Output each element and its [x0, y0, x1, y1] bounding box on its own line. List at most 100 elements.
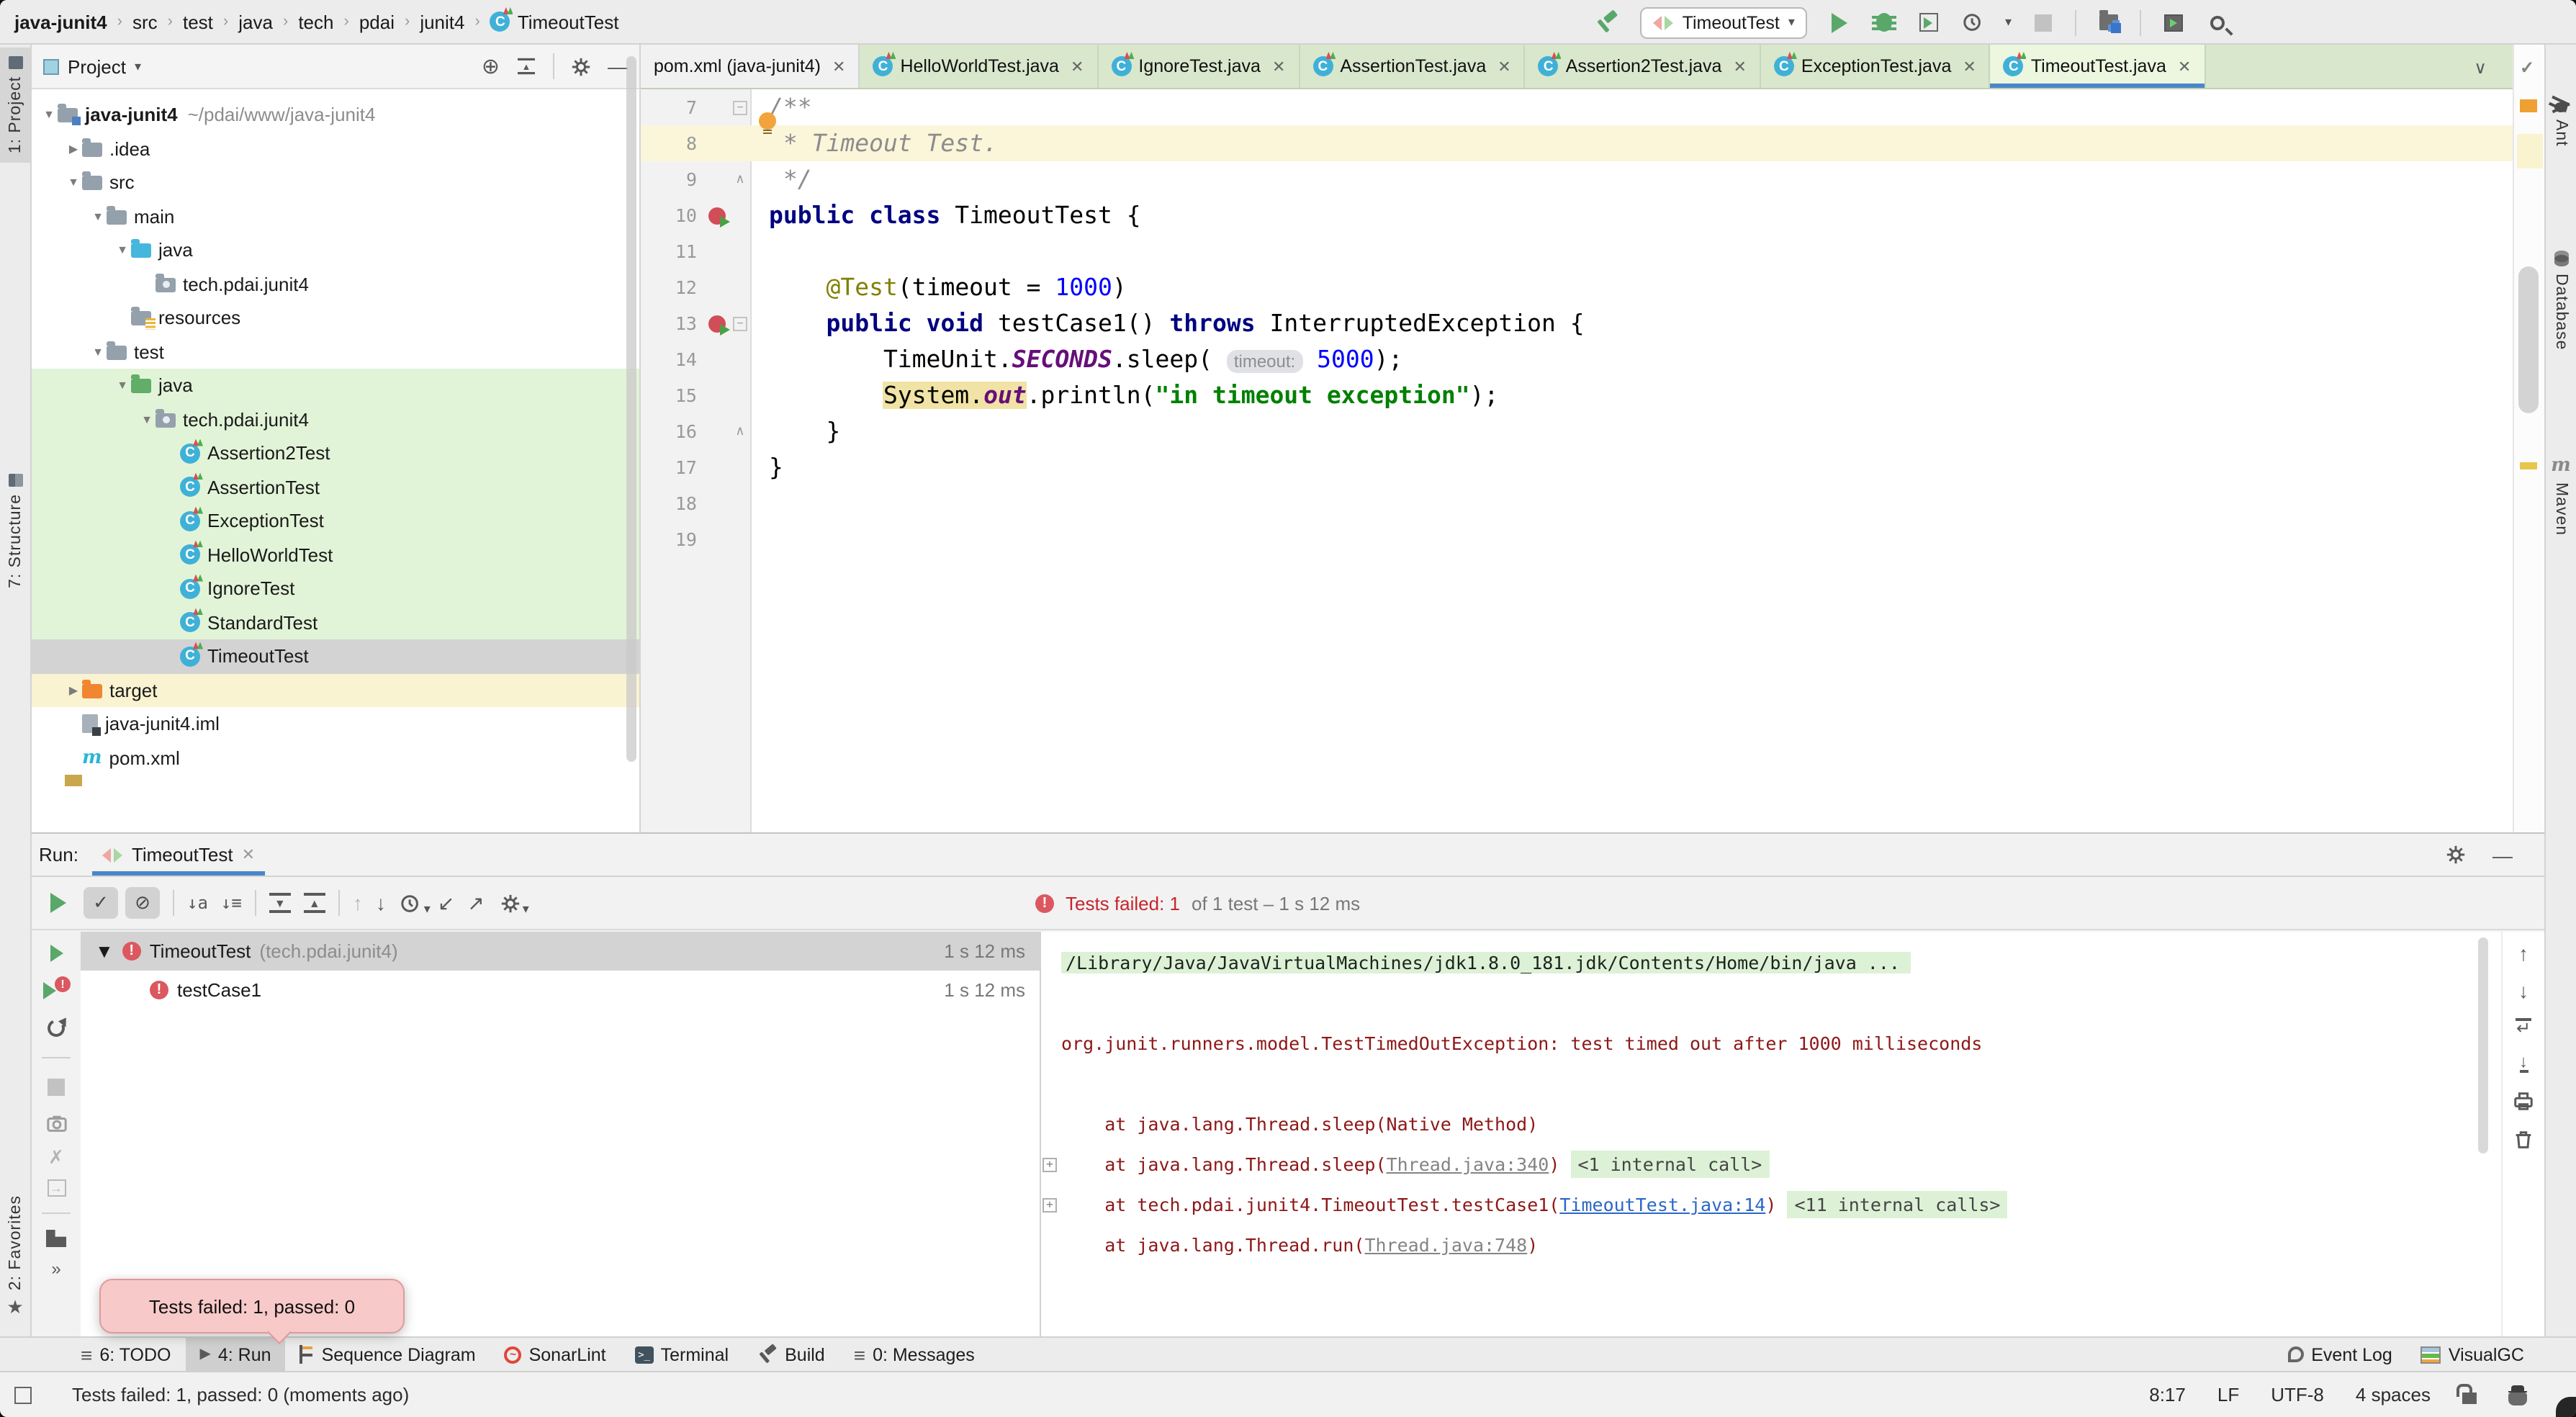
- locate-file-icon[interactable]: ⊕: [482, 55, 500, 77]
- hide-panel-icon[interactable]: —: [2492, 845, 2513, 865]
- tree-item[interactable]: CAssertion2Test: [32, 436, 639, 470]
- tree-item[interactable]: ▼java-junit4~/pdai/www/java-junit4: [32, 98, 639, 132]
- code-line[interactable]: 16∧ }: [641, 413, 2513, 449]
- run-anything-icon[interactable]: [2160, 9, 2186, 35]
- stack-link[interactable]: TimeoutTest.java:14: [1559, 1194, 1765, 1215]
- rerun-button[interactable]: [45, 890, 71, 916]
- tree-item[interactable]: tech.pdai.junit4: [32, 267, 639, 301]
- tree-item[interactable]: ▼java: [32, 233, 639, 267]
- editor-tab[interactable]: pom.xml (java-junit4)✕: [641, 45, 860, 88]
- sidebar-item-structure[interactable]: 7: Structure: [0, 464, 30, 596]
- lock-icon[interactable]: [2462, 1392, 2477, 1403]
- console-line[interactable]: + at tech.pdai.junit4.TimeoutTest.testCa…: [1041, 1185, 2501, 1225]
- restore-layout-icon[interactable]: [46, 1230, 66, 1247]
- print-icon[interactable]: [2513, 1090, 2534, 1112]
- import-test-results-icon[interactable]: ↙: [438, 893, 454, 913]
- chevron-expanded-icon[interactable]: ▼: [89, 346, 107, 359]
- notification-balloon[interactable]: Tests failed: 1, passed: 0: [99, 1279, 405, 1333]
- toolwindow-messages[interactable]: ≡ 0: Messages: [839, 1338, 989, 1371]
- sidebar-item-maven[interactable]: m Maven: [2546, 448, 2576, 544]
- close-icon[interactable]: ✕: [242, 845, 255, 864]
- hide-panel-icon[interactable]: —: [608, 56, 628, 76]
- stack-link[interactable]: Thread.java:748: [1364, 1234, 1527, 1256]
- tree-item[interactable]: CExceptionTest: [32, 504, 639, 538]
- code-line[interactable]: 12 @Test(timeout = 1000): [641, 269, 2513, 305]
- close-icon[interactable]: ✕: [1071, 57, 1084, 76]
- toolwindow-terminal[interactable]: >_ Terminal: [621, 1338, 744, 1371]
- test-console[interactable]: /Library/Java/JavaVirtualMachines/jdk1.8…: [1041, 932, 2501, 1336]
- chevron-expanded-icon[interactable]: ▼: [65, 176, 82, 189]
- toolwindow-switcher-icon[interactable]: [14, 1386, 32, 1403]
- breadcrumb-item[interactable]: java: [238, 11, 273, 32]
- fold-expand-icon[interactable]: +: [1042, 1158, 1057, 1172]
- editor-tab[interactable]: CAssertionTest.java✕: [1300, 45, 1525, 88]
- down-stack-icon[interactable]: ↓: [2518, 981, 2528, 1001]
- test-tree-row[interactable]: ▼!TimeoutTest(tech.pdai.junit4)1 s 12 ms: [81, 932, 1040, 971]
- editor-tab[interactable]: CAssertion2Test.java✕: [1526, 45, 1761, 88]
- more-options-chevron-icon[interactable]: »: [51, 1260, 60, 1277]
- gear-icon[interactable]: [570, 55, 592, 77]
- project-scrollbar[interactable]: [626, 56, 636, 762]
- code-line[interactable]: 14 TimeUnit.SECONDS.sleep( timeout: 5000…: [641, 341, 2513, 377]
- up-stack-icon[interactable]: ↑: [2518, 943, 2528, 963]
- console-scrollbar[interactable]: [2478, 937, 2488, 1153]
- editor-tab[interactable]: CIgnoreTest.java✕: [1098, 45, 1300, 88]
- trash-icon[interactable]: [2513, 1129, 2534, 1151]
- breadcrumb-item[interactable]: java-junit4: [14, 11, 107, 32]
- breadcrumb-item[interactable]: pdai: [359, 11, 395, 32]
- collapse-all-icon[interactable]: ▲: [518, 58, 535, 74]
- code-line[interactable]: 15 System.out.println("in timeout except…: [641, 377, 2513, 413]
- tree-item[interactable]: mpom.xml: [32, 741, 639, 775]
- editor-tab[interactable]: CExceptionTest.java✕: [1761, 45, 1991, 88]
- chevron-expanded-icon[interactable]: ▼: [138, 413, 156, 426]
- build-hammer-icon[interactable]: [1596, 9, 1622, 35]
- intention-bulb-icon[interactable]: [759, 112, 776, 130]
- next-failed-icon[interactable]: ↓: [376, 893, 386, 913]
- scroll-to-end-icon[interactable]: ↓: [2519, 1053, 2528, 1073]
- close-icon[interactable]: ✕: [2178, 57, 2191, 76]
- expand-all-icon[interactable]: ▼: [269, 893, 291, 913]
- code-line[interactable]: 7−/**: [641, 89, 2513, 125]
- sidebar-item-project[interactable]: 1: Project: [0, 48, 30, 162]
- show-ignored-toggle[interactable]: ⊘: [125, 887, 160, 919]
- run-tab[interactable]: TimeoutTest ✕: [90, 834, 268, 876]
- console-line[interactable]: [1041, 1064, 2501, 1105]
- project-structure-icon[interactable]: [2095, 9, 2121, 35]
- chevron-expanded-icon[interactable]: ▼: [89, 210, 107, 223]
- tree-item[interactable]: CTimeoutTest: [32, 639, 639, 673]
- fold-marker[interactable]: −: [733, 316, 747, 330]
- fold-expand-icon[interactable]: +: [1042, 1198, 1057, 1213]
- code-line[interactable]: 9∧ */: [641, 161, 2513, 197]
- tree-item[interactable]: ▼java: [32, 369, 639, 402]
- sidebar-item-favorites[interactable]: 2: Favorites ★: [0, 1187, 30, 1325]
- editor-scrollbar[interactable]: [2518, 266, 2539, 413]
- tree-item[interactable]: ▼main: [32, 199, 639, 233]
- fold-marker[interactable]: ∧: [729, 423, 752, 439]
- chevron-collapsed-icon[interactable]: ▶: [65, 684, 82, 697]
- console-line[interactable]: /Library/Java/JavaVirtualMachines/jdk1.8…: [1041, 943, 2501, 984]
- profiler-button[interactable]: [1960, 9, 1986, 35]
- code-editor[interactable]: 7−/**8 * Timeout Test.9∧ */10public clas…: [641, 89, 2513, 832]
- console-line[interactable]: at java.lang.Thread.run(Thread.java:748): [1041, 1225, 2501, 1266]
- gear-icon[interactable]: [2445, 844, 2467, 865]
- chevron-expanded-icon[interactable]: ▼: [40, 109, 58, 122]
- toggle-auto-test-icon[interactable]: [43, 1015, 69, 1041]
- run-with-coverage-button[interactable]: [1916, 9, 1942, 35]
- run-failed-gutter-icon[interactable]: [706, 207, 729, 224]
- rerun-icon[interactable]: [43, 940, 69, 966]
- tree-item[interactable]: CStandardTest: [32, 606, 639, 639]
- breadcrumb-item[interactable]: src: [132, 11, 158, 32]
- debug-button[interactable]: [1871, 9, 1897, 35]
- stack-link[interactable]: Thread.java:340: [1387, 1153, 1549, 1175]
- tree-item[interactable]: CHelloWorldTest: [32, 538, 639, 572]
- code-line[interactable]: 8 * Timeout Test.: [641, 125, 2513, 161]
- export-test-results-icon[interactable]: ↗: [467, 893, 484, 913]
- run-config-combo[interactable]: TimeoutTest ▾: [1641, 6, 1808, 38]
- breadcrumb-item[interactable]: junit4: [420, 11, 464, 32]
- editor-tab[interactable]: CHelloWorldTest.java✕: [860, 45, 1098, 88]
- chevron-expanded-icon[interactable]: ▼: [114, 244, 131, 257]
- editor-tab[interactable]: CTimeoutTest.java✕: [1991, 45, 2206, 88]
- code-line[interactable]: 18: [641, 485, 2513, 521]
- gear-icon[interactable]: ▾: [497, 890, 523, 916]
- stripe-caret-mark[interactable]: [2517, 134, 2543, 168]
